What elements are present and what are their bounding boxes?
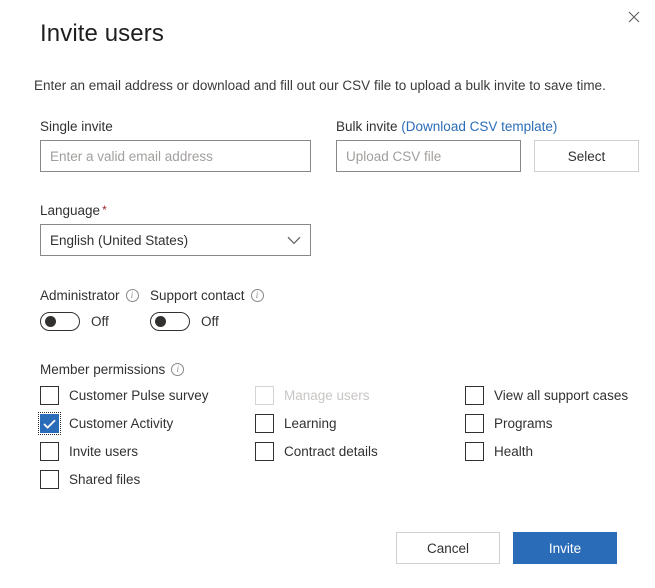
dialog-subtitle: Enter an email address or download and f… xyxy=(34,78,606,93)
checkbox-customer-pulse-survey[interactable]: Customer Pulse survey xyxy=(40,386,255,405)
toggle-control-row: Off Off xyxy=(40,312,264,331)
toggle-label-row: Administrator i Support contact i xyxy=(40,288,264,303)
checkbox-box xyxy=(40,470,59,489)
checkbox-box xyxy=(465,414,484,433)
grid-spacer xyxy=(255,470,465,489)
checkbox-health[interactable]: Health xyxy=(465,442,628,461)
check-icon xyxy=(43,419,56,429)
checkbox-box xyxy=(40,442,59,461)
checkbox-label: Customer Activity xyxy=(69,416,174,431)
close-icon[interactable] xyxy=(619,2,649,32)
single-invite-label: Single invite xyxy=(40,119,113,134)
checkbox-customer-activity[interactable]: Customer Activity xyxy=(38,412,255,435)
administrator-toggle-label: Administrator i xyxy=(40,288,150,303)
invite-button[interactable]: Invite xyxy=(513,532,617,564)
member-permissions-heading-text: Member permissions xyxy=(40,362,166,377)
checkbox-learning[interactable]: Learning xyxy=(255,414,465,433)
chevron-down-glyph xyxy=(287,236,301,244)
dialog-footer: Cancel Invite xyxy=(396,532,617,564)
support-contact-toggle[interactable] xyxy=(150,312,190,331)
permissions-grid: Customer Pulse survey Manage users View … xyxy=(38,386,628,489)
single-invite-group: Single invite xyxy=(40,119,311,172)
checkbox-view-all-support-cases[interactable]: View all support cases xyxy=(465,386,628,405)
chevron-down-icon xyxy=(287,236,301,245)
administrator-toggle[interactable] xyxy=(40,312,80,331)
checkbox-label: Contract details xyxy=(284,444,378,459)
close-glyph xyxy=(628,11,640,23)
checkbox-label: Learning xyxy=(284,416,337,431)
support-contact-toggle-state: Off xyxy=(201,314,219,329)
member-permissions-heading: Member permissions i xyxy=(40,362,628,377)
checkbox-shared-files[interactable]: Shared files xyxy=(40,470,255,489)
checkbox-box xyxy=(38,412,61,435)
upload-csv-input[interactable] xyxy=(336,140,521,172)
administrator-toggle-knob xyxy=(45,316,56,327)
cancel-button[interactable]: Cancel xyxy=(396,532,500,564)
checkbox-invite-users[interactable]: Invite users xyxy=(40,442,255,461)
bulk-invite-label-row: Bulk invite (Download CSV template) xyxy=(336,119,639,134)
page-title: Invite users xyxy=(40,20,164,47)
select-file-button[interactable]: Select xyxy=(534,140,639,172)
checkbox-manage-users: Manage users xyxy=(255,386,465,405)
checkbox-programs[interactable]: Programs xyxy=(465,414,628,433)
checkbox-label: Customer Pulse survey xyxy=(69,388,209,403)
checkbox-box xyxy=(255,386,274,405)
checkbox-label: Programs xyxy=(494,416,553,431)
language-group: Language * English (United States) xyxy=(40,203,311,256)
administrator-toggle-wrap: Off xyxy=(40,312,150,331)
checkbox-box xyxy=(465,386,484,405)
language-label-text: Language xyxy=(40,203,101,218)
administrator-info-icon[interactable]: i xyxy=(125,289,139,302)
checkbox-label: Shared files xyxy=(69,472,141,487)
invite-users-dialog: Invite users Enter an email address or d… xyxy=(0,0,655,588)
member-permissions-info-icon[interactable]: i xyxy=(171,363,185,376)
checkbox-label: Health xyxy=(494,444,534,459)
language-dropdown[interactable]: English (United States) xyxy=(40,224,311,256)
support-contact-info-icon[interactable]: i xyxy=(250,289,264,302)
checkbox-contract-details[interactable]: Contract details xyxy=(255,442,465,461)
checkbox-label: Manage users xyxy=(284,388,370,403)
checkbox-label: View all support cases xyxy=(494,388,629,403)
administrator-toggle-state: Off xyxy=(91,314,109,329)
download-csv-template-link[interactable]: (Download CSV template) xyxy=(401,119,557,134)
bulk-invite-group: Bulk invite (Download CSV template) Sele… xyxy=(336,119,639,172)
bulk-invite-row: Select xyxy=(336,140,639,172)
administrator-label-text: Administrator xyxy=(40,288,120,303)
support-contact-toggle-wrap: Off xyxy=(150,312,219,331)
required-asterisk: * xyxy=(102,203,107,217)
role-toggles-group: Administrator i Support contact i Off Of… xyxy=(40,288,264,331)
checkbox-box xyxy=(465,442,484,461)
bulk-invite-label: Bulk invite xyxy=(336,119,398,134)
single-invite-input[interactable] xyxy=(40,140,311,172)
checkbox-box xyxy=(40,386,59,405)
support-contact-label-text: Support contact xyxy=(150,288,245,303)
checkbox-box xyxy=(255,414,274,433)
checkbox-box xyxy=(255,442,274,461)
language-selected-value: English (United States) xyxy=(50,232,189,248)
language-label: Language * xyxy=(40,203,311,218)
checkbox-label: Invite users xyxy=(69,444,139,459)
grid-spacer xyxy=(465,470,628,489)
support-contact-toggle-label: Support contact i xyxy=(150,288,264,303)
support-contact-toggle-knob xyxy=(155,316,166,327)
member-permissions-group: Member permissions i Customer Pulse surv… xyxy=(38,362,628,489)
